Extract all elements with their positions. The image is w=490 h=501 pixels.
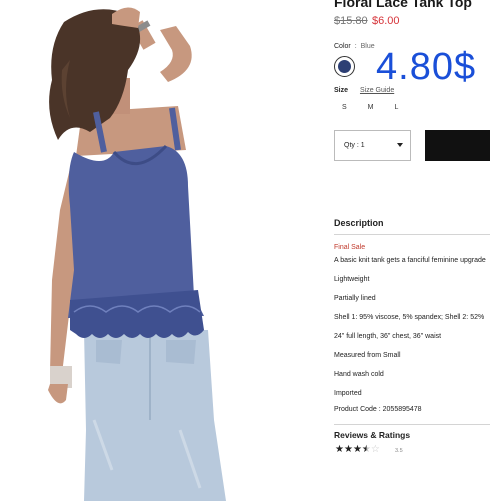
size-option-s[interactable]: S bbox=[342, 104, 347, 111]
size-option-m[interactable]: M bbox=[368, 104, 374, 111]
description-line: Partially lined bbox=[334, 295, 376, 302]
description-line: Shell 1: 95% viscose, 5% spandex; Shell … bbox=[334, 314, 485, 321]
quantity-select[interactable]: Qty : 1 bbox=[334, 130, 411, 161]
model-illustration bbox=[48, 7, 226, 501]
chevron-down-icon bbox=[397, 143, 403, 147]
overlay-price: 4.80$ bbox=[376, 46, 477, 88]
product-photo[interactable] bbox=[0, 0, 318, 501]
description-line: Imported bbox=[334, 390, 362, 397]
description-heading: Description bbox=[334, 218, 384, 228]
color-value: Blue bbox=[360, 43, 375, 50]
star-full-icon: ★ bbox=[352, 444, 362, 455]
add-to-bag-button[interactable] bbox=[425, 130, 490, 161]
quantity-value: Qty : 1 bbox=[344, 142, 365, 149]
star-rating: ★★★★☆ bbox=[335, 444, 380, 455]
color-separator: : bbox=[354, 43, 357, 50]
size-guide-link[interactable]: Size Guide bbox=[360, 87, 394, 94]
product-code: Product Code : 2055895478 bbox=[334, 406, 422, 413]
star-empty-icon: ☆ bbox=[370, 444, 380, 455]
color-label: Color bbox=[334, 43, 351, 50]
description-line: Lightweight bbox=[334, 276, 370, 283]
description-line: Measured from Small bbox=[334, 352, 401, 359]
final-sale-label: Final Sale bbox=[334, 244, 366, 251]
color-swatch-blue[interactable] bbox=[334, 56, 355, 77]
size-label: Size bbox=[334, 87, 349, 94]
swatch-fill bbox=[338, 60, 351, 73]
reviews-heading: Reviews & Ratings bbox=[334, 430, 411, 440]
product-info-panel: Floral Lace Tank Top $15.80 $6.00 Color … bbox=[334, 0, 490, 501]
rating-value: 3.5 bbox=[395, 448, 403, 454]
color-selection-label: Color : Blue bbox=[334, 43, 375, 50]
size-options: S M L bbox=[342, 104, 398, 111]
description-line: A basic knit tank gets a fanciful femini… bbox=[334, 257, 486, 264]
size-header: Size Size Guide bbox=[334, 87, 394, 94]
description-line: 24" full length, 36" chest, 36" waist bbox=[334, 333, 442, 340]
product-title: Floral Lace Tank Top bbox=[334, 0, 472, 10]
original-price: $15.80 bbox=[334, 15, 368, 27]
star-full-icon: ★ bbox=[343, 444, 353, 455]
star-half-icon: ★ bbox=[361, 444, 371, 455]
reviews-divider bbox=[334, 424, 490, 425]
description-divider bbox=[334, 234, 490, 235]
sale-price: $6.00 bbox=[372, 15, 400, 27]
size-option-l[interactable]: L bbox=[395, 104, 399, 111]
description-line: Hand wash cold bbox=[334, 371, 384, 378]
star-full-icon: ★ bbox=[335, 444, 344, 455]
